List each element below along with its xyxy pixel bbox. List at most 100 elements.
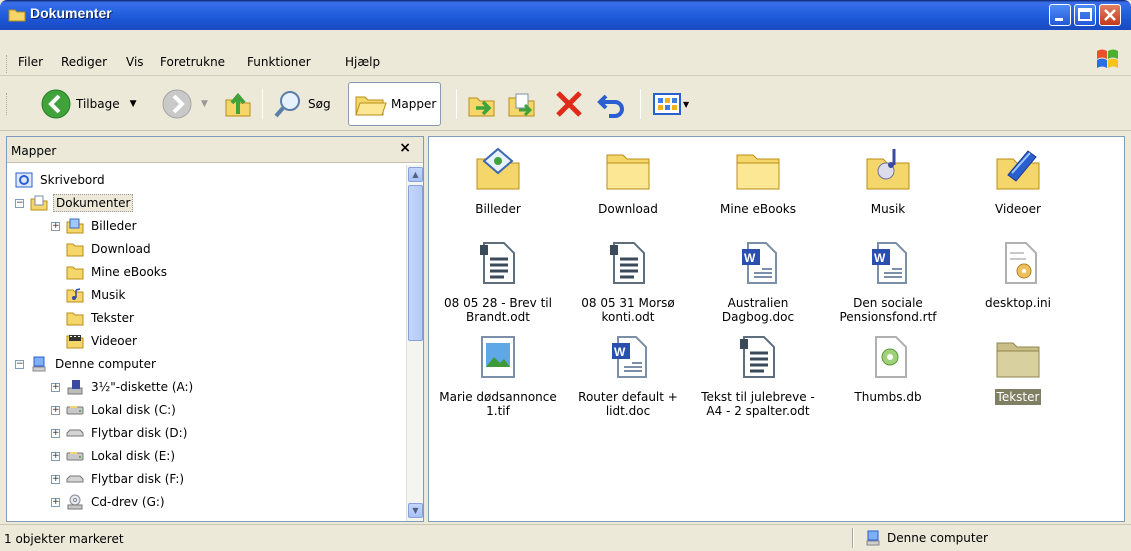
file-item[interactable]: Thumbs.db [823,333,953,405]
folders-button[interactable]: Mapper [348,82,442,126]
toolbar-separator [262,89,263,119]
file-item[interactable]: Musik [823,145,953,217]
close-icon [1104,9,1116,21]
scroll-up-button[interactable]: ▲ [408,167,423,182]
tree-item-download[interactable]: Download [66,238,153,260]
menu-foretrukne[interactable]: Foretrukne [160,55,225,69]
expand-icon[interactable]: + [51,428,60,438]
expand-icon[interactable]: + [51,497,60,507]
up-folder-button[interactable] [222,88,254,120]
file-item[interactable]: Tekster [953,333,1083,405]
menu-funktioner[interactable]: Funktioner [247,55,311,69]
file-item[interactable]: desktop.ini [953,239,1083,311]
file-item[interactable]: W Router default + lidt.doc [563,333,693,419]
tree-item-dokumenter[interactable]: − Dokumenter [15,192,134,214]
menu-hjaelp[interactable]: Hjælp [345,55,380,69]
folder-icon [8,9,26,22]
tree-item-drive-a[interactable]: + 3½"-diskette (A:) [51,376,195,398]
documents-folder-icon [30,195,48,211]
tree-item-drive-e[interactable]: + Lokal disk (E:) [51,445,177,467]
folders-pane-header: Mapper × [7,137,423,163]
folders-label: Mapper [391,97,437,111]
folder-icon [606,154,650,190]
svg-text:W: W [874,251,886,265]
back-label: Tilbage [76,97,120,111]
collapse-icon[interactable]: − [15,198,24,208]
collapse-icon[interactable]: − [15,359,24,369]
toolbar-separator [640,89,641,119]
close-pane-icon[interactable]: × [399,140,411,156]
scroll-thumb[interactable] [408,185,423,341]
status-location-label: Denne computer [887,531,988,545]
expand-icon[interactable]: + [51,221,60,231]
status-location: Denne computer [864,530,988,546]
delete-icon [556,91,582,117]
tree-item-denne-computer[interactable]: − Denne computer [15,353,158,375]
tree-item-drive-f[interactable]: + Flytbar disk (F:) [51,468,186,490]
folder-tree: Skrivebord − Dokumenter + Billeder Downl… [7,165,405,523]
title-bar[interactable]: Dokumenter [0,0,1131,30]
back-dropdown-icon[interactable]: ▼ [130,99,137,109]
views-dropdown-icon[interactable]: ▼ [683,100,689,109]
file-item[interactable]: Videoer [953,145,1083,217]
file-item[interactable]: Marie dødsannonce 1.tif [433,333,563,419]
file-item[interactable]: W Australien Dagbog.doc [693,239,823,325]
db-file-icon [875,336,907,378]
file-item[interactable]: Tekst til julebreve - A4 - 2 spalter.odt [693,333,823,419]
tree-item-videoer[interactable]: Videoer [66,330,139,352]
music-folder-icon [66,288,84,303]
delete-button[interactable] [553,88,585,120]
file-item[interactable]: Billeder [433,145,563,217]
tree-item-drive-d[interactable]: + Flytbar disk (D:) [51,422,189,444]
minimize-button[interactable] [1049,4,1071,26]
video-folder-icon [66,335,84,349]
tree-item-skrivebord[interactable]: Skrivebord [15,169,107,191]
folder-icon [66,266,84,280]
file-item[interactable]: 08 05 28 - Brev til Brandt.odt [433,239,563,325]
search-button[interactable]: Søg [272,88,331,120]
file-item[interactable]: Download [563,145,693,217]
tree-item-drive-g[interactable]: + Cd-drev (G:) [51,491,167,513]
forward-dropdown-icon[interactable]: ▼ [201,99,208,109]
cd-drive-icon [67,494,83,510]
tree-item-drive-c[interactable]: + Lokal disk (C:) [51,399,178,421]
copy-to-button[interactable] [506,88,538,120]
expand-icon[interactable]: + [51,451,60,461]
folder-icon [736,154,780,190]
tree-item-billeder[interactable]: + Billeder [51,215,139,237]
folder-icon [66,243,84,257]
views-icon [653,93,681,115]
toolbar-grip [6,93,9,115]
scroll-down-button[interactable]: ▼ [408,503,423,518]
move-to-button[interactable] [466,88,498,120]
expand-icon[interactable]: + [51,474,60,484]
tree-scrollbar[interactable]: ▲ ▼ [406,165,423,521]
image-file-icon [481,336,515,378]
menu-bar: Filer Rediger Vis Foretrukne Funktioner … [0,30,1131,76]
views-button[interactable]: ▼ [651,88,689,120]
menu-rediger[interactable]: Rediger [61,55,107,69]
menu-grip [6,55,9,73]
file-item[interactable]: W Den sociale Pensionsfond.rtf [823,239,953,325]
desktop-icon [15,172,33,188]
word-document-icon: W [742,242,777,284]
tree-item-mine-ebooks[interactable]: Mine eBooks [66,261,169,283]
undo-button[interactable] [596,88,628,120]
back-arrow-icon [41,89,71,119]
back-button[interactable]: Tilbage ▼ [40,88,137,120]
file-item[interactable]: Mine eBooks [693,145,823,217]
expand-icon[interactable]: + [51,382,60,392]
tree-item-musik[interactable]: Musik [66,284,128,306]
expand-icon[interactable]: + [51,405,60,415]
forward-button[interactable]: ▼ [161,88,208,120]
tree-item-tekster[interactable]: Tekster [66,307,136,329]
forward-arrow-icon [162,89,192,119]
close-button[interactable] [1099,4,1121,26]
odt-document-icon [740,336,775,378]
file-item[interactable]: 08 05 31 Morsø konti.odt [563,239,693,325]
status-selection: 1 objekter markeret [4,532,124,546]
menu-filer[interactable]: Filer [18,55,43,69]
maximize-button[interactable] [1074,4,1096,26]
menu-vis[interactable]: Vis [126,55,144,69]
settings-file-icon [1005,242,1037,284]
